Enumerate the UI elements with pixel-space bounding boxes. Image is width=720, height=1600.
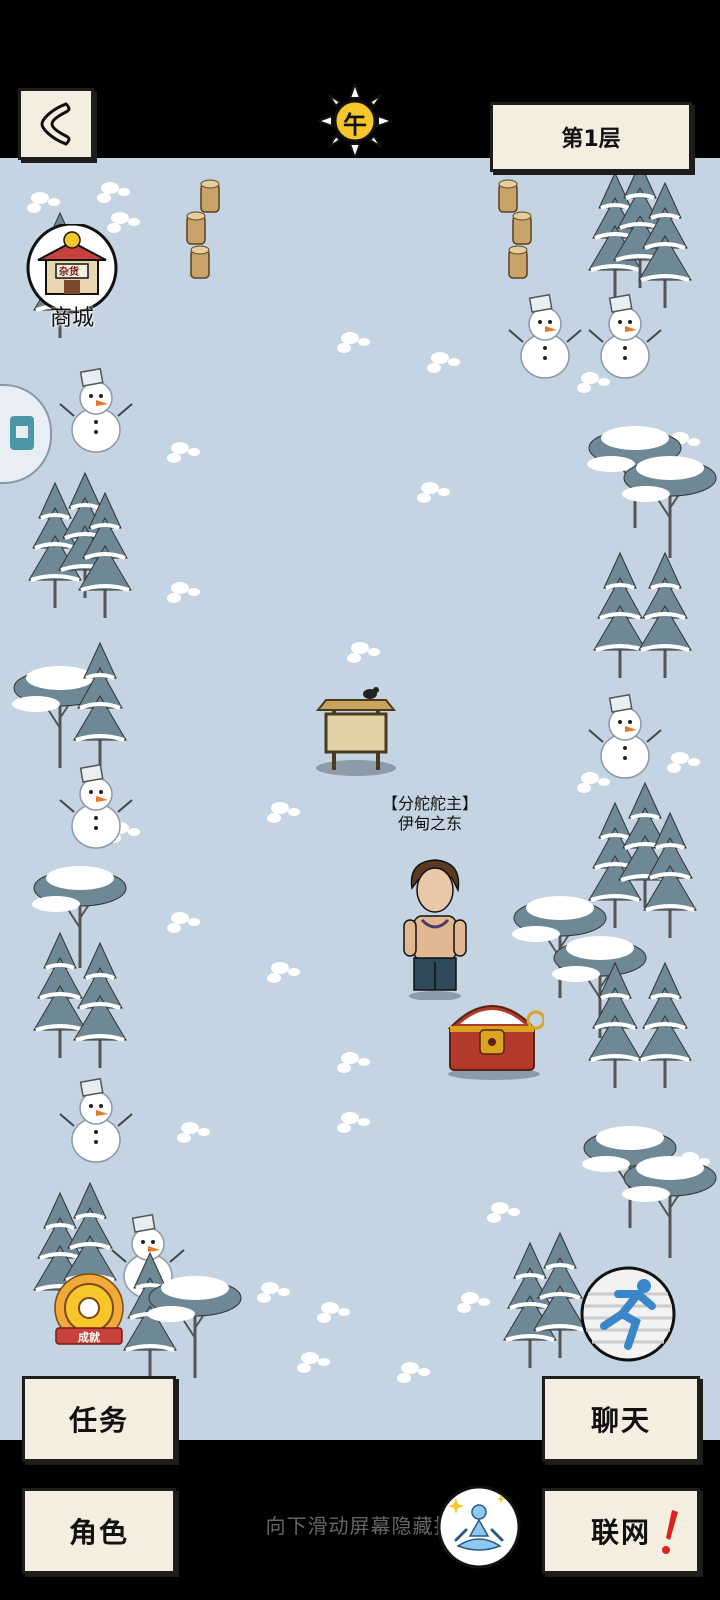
floor-label: 第1层 — [561, 127, 621, 152]
treasure-chest[interactable] — [444, 990, 546, 1080]
task-label: 任务 — [68, 1404, 129, 1437]
npc-name: 伊甸之东 — [397, 814, 462, 833]
hint-text: 向下滑动屏幕隐藏技 — [265, 1514, 455, 1538]
npc-character[interactable] — [400, 858, 470, 1001]
running-figure-icon — [580, 1266, 676, 1362]
game-screen: 午 第1层 杂货 商城 【分舵舵主】 伊甸之东 成就 任务 聊天 角色 联网 向… — [0, 0, 720, 1600]
meditate-button[interactable] — [436, 1484, 522, 1570]
shop-button[interactable]: 杂货 商城 — [22, 222, 122, 332]
chat-label: 聊天 — [590, 1404, 651, 1437]
time-of-day-sun-icon: 午 — [315, 81, 395, 161]
side-menu-icon — [10, 416, 34, 450]
back-button[interactable] — [18, 88, 94, 160]
task-button[interactable]: 任务 — [22, 1376, 176, 1462]
notice-board — [315, 687, 397, 776]
shop-sign: 杂货 — [59, 267, 79, 278]
chat-button[interactable]: 聊天 — [542, 1376, 700, 1462]
shop-label: 商城 — [49, 306, 94, 331]
time-glyph: 午 — [343, 111, 367, 139]
back-chevron-icon — [40, 102, 71, 146]
achievement-button[interactable]: 成就 — [44, 1270, 134, 1354]
floor-indicator: 第1层 — [490, 102, 692, 172]
meditation-figure-icon — [437, 1485, 521, 1569]
run-button[interactable] — [578, 1264, 678, 1364]
achievement-label: 成就 — [78, 1331, 100, 1344]
